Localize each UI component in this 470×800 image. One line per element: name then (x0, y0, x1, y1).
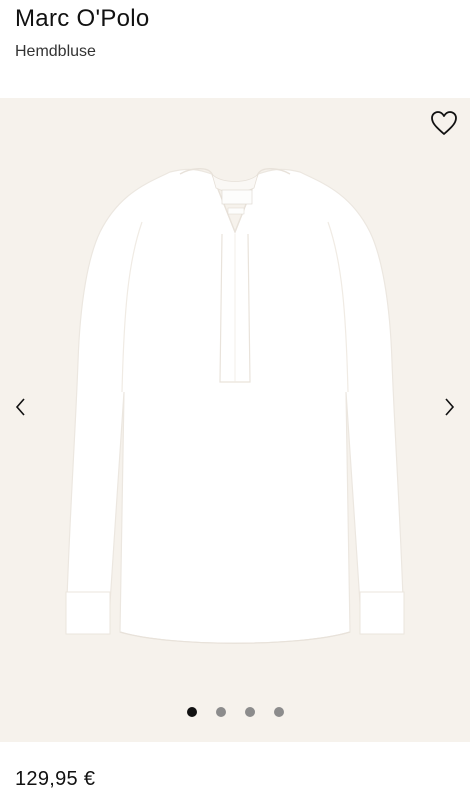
product-image-gallery[interactable] (0, 98, 470, 742)
previous-image-button[interactable] (12, 396, 30, 418)
pagination-dot-3[interactable] (244, 707, 255, 717)
image-pagination (0, 707, 470, 717)
pagination-dot-4[interactable] (273, 707, 284, 717)
heart-outline-icon (431, 111, 457, 135)
product-header: Marc O'Polo Hemdbluse (0, 0, 470, 98)
wishlist-button[interactable] (430, 110, 458, 136)
product-price: 129,95 € (15, 768, 96, 790)
pagination-dot-2[interactable] (215, 707, 226, 717)
price-section: 129,95 € (0, 742, 470, 800)
pagination-dot-1[interactable] (186, 707, 197, 717)
chevron-right-icon (445, 398, 455, 416)
product-name: Hemdbluse (15, 43, 96, 60)
product-image-blouse (65, 168, 405, 644)
next-image-button[interactable] (440, 396, 458, 418)
chevron-left-icon (15, 398, 25, 416)
brand-name[interactable]: Marc O'Polo (15, 5, 150, 33)
